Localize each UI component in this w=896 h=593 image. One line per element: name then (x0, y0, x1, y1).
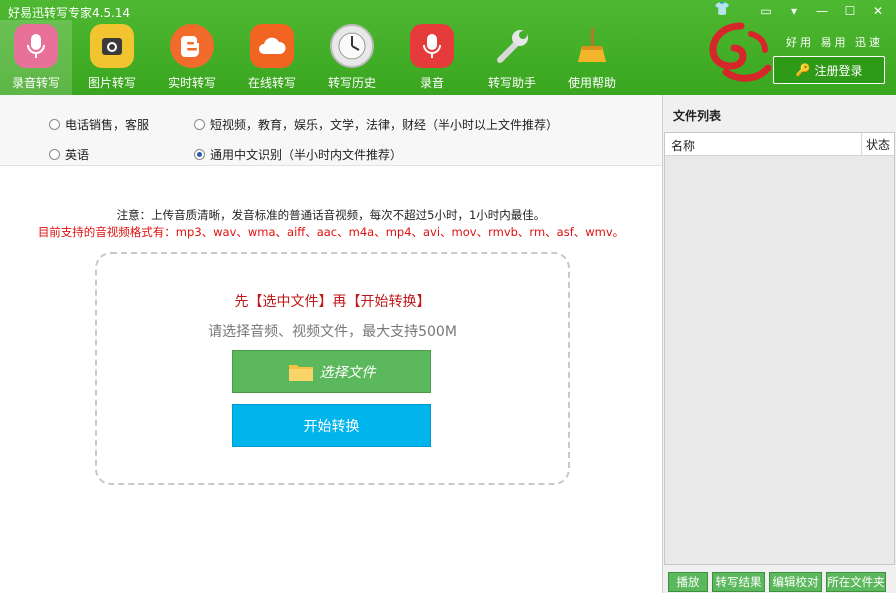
play-button[interactable]: 播放 (668, 572, 708, 592)
tool-label: 使用帮助 (567, 76, 616, 90)
tool-online-transcribe[interactable]: 在线转写 (232, 20, 312, 95)
upload-notice: 注意：上传音质清晰，发音标准的普通话音视频，每次不超过5小时，1小时内最佳。 (116, 208, 546, 222)
radio-selected-icon (194, 149, 205, 160)
edit-proofread-button[interactable]: 编辑校对 (769, 572, 822, 592)
close-button[interactable]: ✕ (864, 2, 892, 20)
tool-label: 图片转写 (87, 76, 136, 90)
file-list-panel: 文件列表 名称 状态 播放 转写结果 编辑校对 所在文件夹 (662, 95, 896, 593)
radio-unselected-icon (194, 119, 205, 130)
login-label: 注册登录 (814, 63, 863, 78)
transcribe-result-button[interactable]: 转写结果 (712, 572, 765, 592)
wrench-icon (490, 24, 534, 68)
column-status[interactable]: 状态 (861, 133, 894, 155)
main-panel: 电话销售，客服 短视频，教育，娱乐，文学，法律，财经（半小时以上文件推荐） 英语… (0, 95, 662, 593)
drop-subtitle: 请选择音频、视频文件，最大支持500M (208, 324, 457, 340)
open-folder-button[interactable]: 所在文件夹 (826, 572, 886, 592)
tool-transcribe-history[interactable]: 转写历史 (312, 20, 392, 95)
file-list-header: 名称 状态 (665, 133, 894, 156)
option-label: 短视频，教育，娱乐，文学，法律，财经（半小时以上文件推荐） (210, 118, 559, 132)
tool-label: 在线转写 (247, 76, 296, 90)
minimize-button[interactable]: — (808, 2, 836, 20)
column-name[interactable]: 名称 (671, 137, 695, 154)
app-title: 好易迅转写专家4.5.14 (8, 6, 131, 20)
drop-title: 先【选中文件】再【开始转换】 (234, 294, 431, 310)
title-toolbar-area: 好易迅转写专家4.5.14 👕 ▭ ▾ — ☐ ✕ 录音转写 图片转写 实时转写 (0, 0, 896, 95)
clock-icon (330, 24, 374, 68)
maximize-button[interactable]: ☐ (836, 2, 864, 20)
supported-formats: 目前支持的音视频格式有：mp3、wav、wma、aiff、aac、m4a、mp4… (37, 225, 625, 239)
radio-unselected-icon (49, 149, 60, 160)
file-list[interactable]: 名称 状态 (664, 132, 895, 565)
tool-transcribe-assistant[interactable]: 转写助手 (472, 20, 552, 95)
file-drop-zone[interactable]: 先【选中文件】再【开始转换】 请选择音频、视频文件，最大支持500M 选择文件 … (95, 252, 570, 485)
tool-help[interactable]: 使用帮助 (552, 20, 632, 95)
tool-label: 实时转写 (167, 76, 216, 90)
brand-slogan: 好用 易用 迅速 (786, 36, 883, 49)
start-convert-label: 开始转换 (303, 418, 360, 435)
broom-icon (570, 24, 614, 68)
tool-realtime-transcribe[interactable]: 实时转写 (152, 20, 232, 95)
option-english[interactable]: 英语 (49, 146, 89, 163)
start-convert-button[interactable]: 开始转换 (232, 404, 431, 447)
select-file-label: 选择文件 (319, 364, 376, 381)
tool-record[interactable]: 录音 (392, 20, 472, 95)
main-toolbar: 录音转写 图片转写 实时转写 在线转写 转写历史 录音 转写助手 使用帮助 (0, 20, 632, 95)
window-controls: ▭ ▾ — ☐ ✕ (752, 2, 892, 20)
mic-record-icon (410, 24, 454, 68)
key-icon: 🔑 (795, 63, 811, 77)
tool-label: 转写历史 (327, 76, 376, 90)
camera-icon (90, 24, 134, 68)
file-list-title: 文件列表 (673, 109, 722, 123)
option-phone-sales[interactable]: 电话销售，客服 (49, 116, 149, 133)
file-actions: 播放 转写结果 编辑校对 所在文件夹 (668, 572, 886, 592)
brand-logo (706, 20, 776, 92)
register-login-button[interactable]: 🔑 注册登录 (773, 56, 885, 84)
skin-icon[interactable]: 👕 (714, 2, 730, 18)
blogger-icon (170, 24, 214, 68)
option-general-chinese[interactable]: 通用中文识别（半小时内文件推荐） (194, 146, 402, 163)
tool-label: 转写助手 (487, 76, 536, 90)
message-icon[interactable]: ▭ (752, 2, 780, 20)
cloud-icon (250, 24, 294, 68)
option-label: 通用中文识别（半小时内文件推荐） (210, 148, 403, 162)
menu-dropdown-icon[interactable]: ▾ (780, 2, 808, 20)
microphone-icon (14, 24, 58, 68)
tool-label: 录音 (419, 76, 444, 90)
radio-unselected-icon (49, 119, 60, 130)
tool-record-transcribe[interactable]: 录音转写 (0, 20, 72, 95)
tool-image-transcribe[interactable]: 图片转写 (72, 20, 152, 95)
option-label: 英语 (65, 148, 90, 162)
tool-label: 录音转写 (11, 76, 60, 90)
recognition-options: 电话销售，客服 短视频，教育，娱乐，文学，法律，财经（半小时以上文件推荐） 英语… (0, 95, 662, 166)
folder-icon (288, 364, 313, 381)
option-short-video[interactable]: 短视频，教育，娱乐，文学，法律，财经（半小时以上文件推荐） (194, 116, 558, 133)
select-file-button[interactable]: 选择文件 (232, 350, 431, 393)
option-label: 电话销售，客服 (65, 118, 150, 132)
